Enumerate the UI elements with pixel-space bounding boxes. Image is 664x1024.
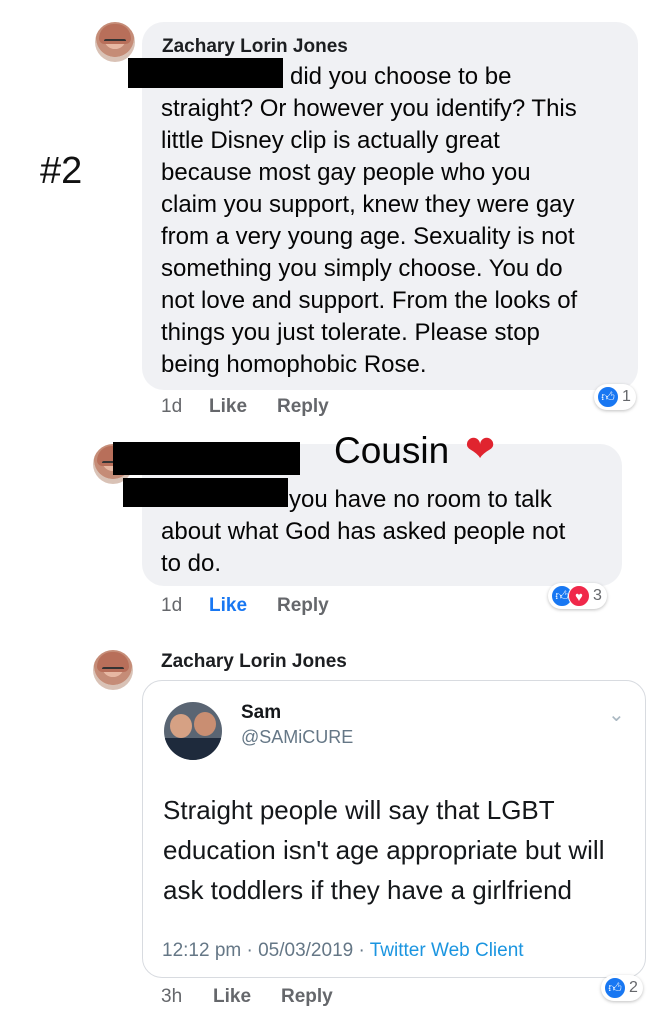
redaction-box — [128, 58, 283, 88]
comment-timestamp[interactable]: 1d — [161, 595, 182, 617]
annotation-label: #2 — [40, 150, 83, 192]
comment-text-line: about what God has asked people not — [161, 518, 566, 545]
reply-button[interactable]: Reply — [277, 595, 329, 617]
commenter-avatar[interactable] — [93, 650, 133, 690]
comment-text-line: did you choose to be — [290, 63, 512, 90]
tweet-text-line: ask toddlers if they have a girlfriend — [163, 875, 572, 905]
comment-timestamp[interactable]: 3h — [161, 986, 182, 1008]
cousin-label: Cousin — [334, 430, 450, 471]
comment-text-line: because most gay people who you — [161, 159, 531, 186]
chevron-down-icon[interactable]: ⌄ — [608, 702, 625, 727]
tweet-author-name[interactable]: Sam — [241, 702, 281, 724]
commenter-avatar[interactable] — [95, 22, 135, 62]
love-reaction-icon: ♥︎ — [568, 585, 590, 607]
tweet-text-line: Straight people will say that LGBT — [163, 795, 555, 825]
red-heart-icon: ❤︎ — [465, 428, 496, 469]
reaction-summary[interactable]: 👍︎ 1 — [594, 384, 636, 410]
like-button[interactable]: Like — [209, 396, 247, 418]
comment-timestamp[interactable]: 1d — [161, 396, 182, 418]
comment-text-line: little Disney clip is actually great — [161, 127, 500, 154]
comment-text-line: from a very young age. Sexuality is not — [161, 223, 575, 250]
comment-actions: 1d Like Reply — [161, 396, 461, 420]
tweet-text-line: education isn't age appropriate but will — [163, 835, 605, 865]
comment-author[interactable]: Zachary Lorin Jones — [161, 651, 347, 673]
reaction-count: 3 — [593, 587, 602, 604]
comment-text-line: straight? Or however you identify? This — [161, 95, 577, 122]
comment-actions: 3h Like Reply — [161, 986, 461, 1010]
like-button[interactable]: Like — [209, 595, 247, 617]
comment-author[interactable]: Zachary Lorin Jones — [162, 36, 348, 58]
comment-actions: 1d Like Reply — [161, 595, 461, 619]
tweet-meta: 12:12 pm · 05/03/2019 · Twitter Web Clie… — [162, 940, 524, 962]
reply-button[interactable]: Reply — [281, 986, 333, 1008]
redaction-box — [123, 478, 288, 507]
reaction-count: 2 — [629, 979, 638, 996]
like-button[interactable]: Like — [213, 986, 251, 1008]
reaction-count: 1 — [622, 388, 631, 405]
comment-text-line: something you simply choose. You do — [161, 255, 563, 282]
comment-text-line: you have no room to talk — [289, 486, 552, 513]
redaction-box — [113, 442, 300, 475]
reaction-summary[interactable]: 👍︎ ♥︎ 3 — [548, 583, 607, 609]
tweet-author-handle[interactable]: @SAMiCURE — [241, 727, 353, 748]
tweet-timestamp: 12:12 pm · 05/03/2019 · — [162, 940, 370, 961]
comment-text-line: things you just tolerate. Please stop — [161, 319, 540, 346]
reaction-summary[interactable]: 👍︎ 2 — [601, 975, 643, 1001]
tweet-client-link[interactable]: Twitter Web Client — [370, 940, 524, 961]
comment-text-line: not love and support. From the looks of — [161, 287, 578, 314]
comment-text-line: to do. — [161, 550, 222, 577]
like-reaction-icon: 👍︎ — [604, 977, 626, 999]
comment-text-line: claim you support, knew they were gay — [161, 191, 575, 218]
reply-button[interactable]: Reply — [277, 396, 329, 418]
tweet-author-avatar[interactable] — [164, 702, 222, 760]
like-reaction-icon: 👍︎ — [597, 386, 619, 408]
comment-text-line: being homophobic Rose. — [161, 351, 427, 378]
